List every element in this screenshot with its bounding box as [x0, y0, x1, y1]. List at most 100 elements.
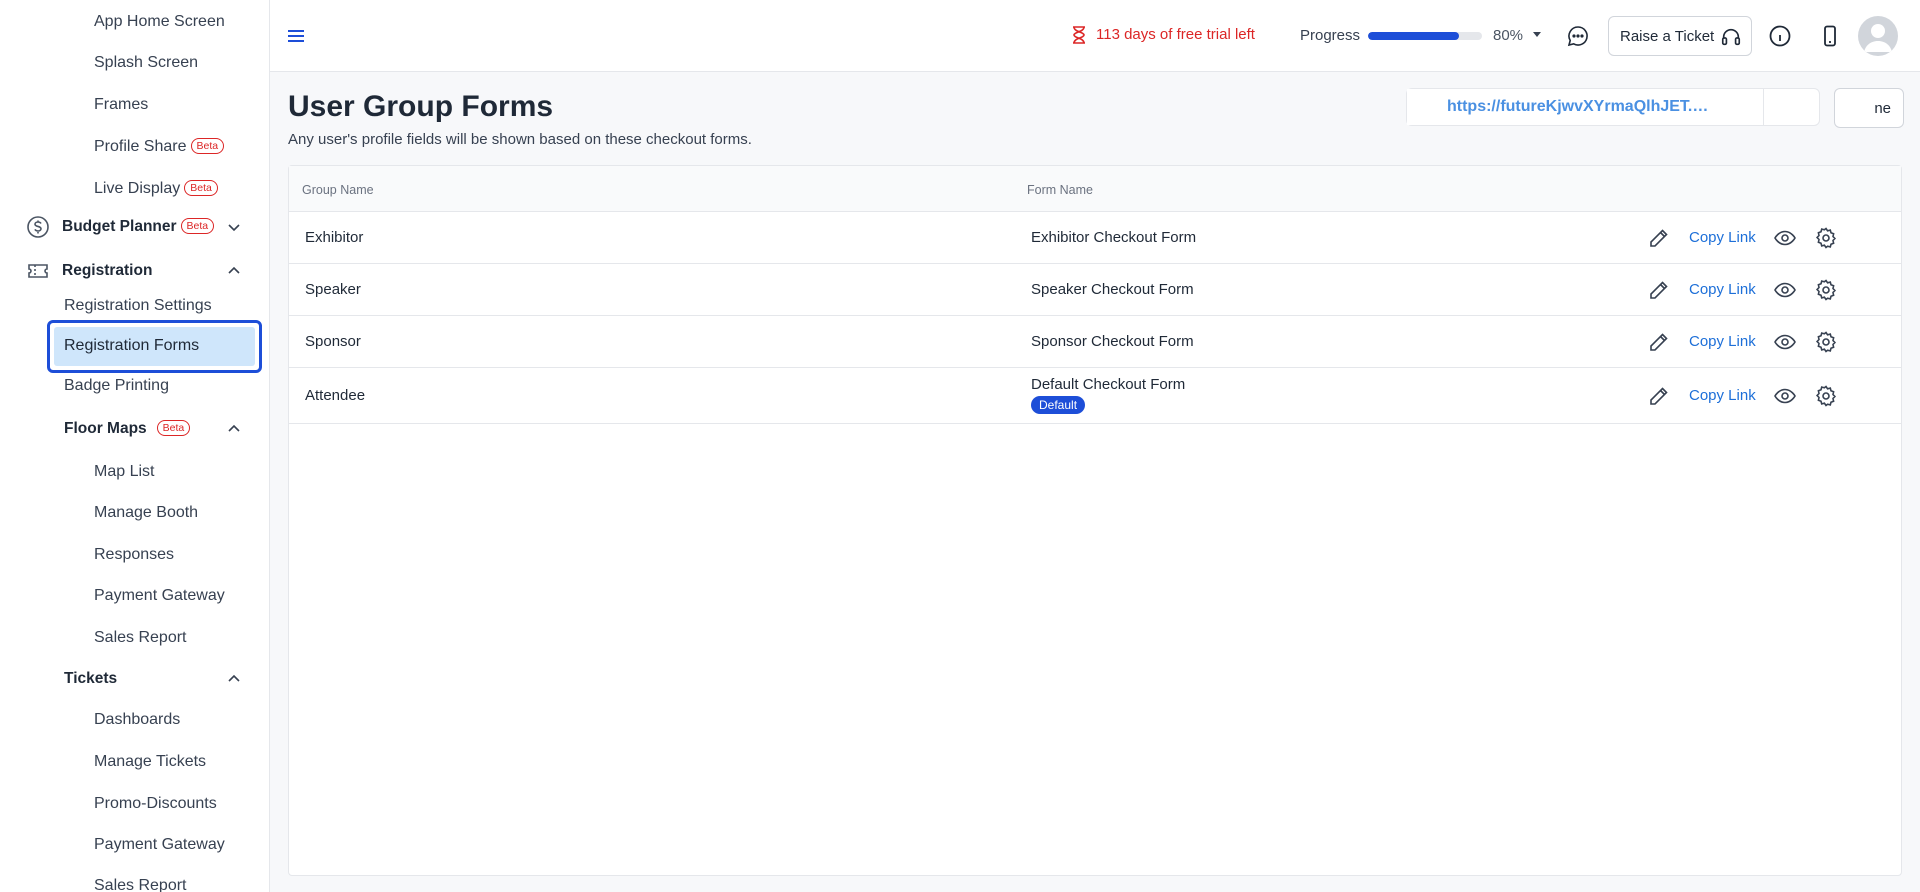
- table-header: Group Name Form Name: [289, 166, 1901, 212]
- sidebar-item-frames[interactable]: Frames: [0, 96, 269, 114]
- url-prefix: [1407, 89, 1439, 125]
- sidebar-item-responses[interactable]: Responses: [0, 546, 269, 564]
- caret-down-icon[interactable]: [1532, 31, 1542, 39]
- divider: [1763, 89, 1764, 125]
- sidebar-item-label: Payment Gateway: [94, 587, 225, 604]
- table-row: Exhibitor Exhibitor Checkout Form Copy L…: [289, 212, 1901, 264]
- chevron-down-icon: [228, 224, 240, 232]
- copy-link-button[interactable]: Copy Link: [1689, 387, 1756, 404]
- sidebar-item-payment-gateway[interactable]: Payment Gateway: [0, 836, 269, 854]
- progress-fill: [1368, 32, 1460, 40]
- sidebar-item-label: Sales Report: [94, 629, 187, 646]
- top-bar: 113 days of free trial left Progress 80%…: [270, 0, 1920, 72]
- sidebar-item-dashboards[interactable]: Dashboards: [0, 711, 269, 729]
- gear-icon[interactable]: [1814, 384, 1838, 408]
- sidebar-item-payment-gateway[interactable]: Payment Gateway: [0, 587, 269, 605]
- user-icon: [1864, 24, 1892, 52]
- beta-badge: Beta: [156, 420, 191, 436]
- user-group-forms-table: Group Name Form Name Exhibitor Exhibitor…: [288, 165, 1902, 876]
- chat-icon[interactable]: [1566, 24, 1590, 48]
- ticket-icon: [28, 264, 48, 278]
- gear-icon[interactable]: [1814, 226, 1838, 250]
- edit-pencil-icon[interactable]: [1647, 384, 1671, 408]
- sidebar-item-label: Map List: [94, 463, 155, 480]
- eye-icon[interactable]: [1773, 226, 1797, 250]
- beta-badge: Beta: [180, 218, 215, 234]
- group-name-cell: Speaker: [305, 281, 361, 298]
- sidebar-item-label: Registration: [62, 262, 153, 279]
- form-name-cell: Default Checkout Form: [1031, 376, 1186, 393]
- edit-pencil-icon[interactable]: [1647, 226, 1671, 250]
- eye-icon[interactable]: [1773, 330, 1797, 354]
- column-header-form-name: Form Name: [1027, 183, 1093, 197]
- sidebar-item-label: Registration Settings: [64, 297, 212, 314]
- sidebar-item-manage-tickets[interactable]: Manage Tickets: [0, 753, 269, 771]
- sidebar-item-label: Registration Forms: [64, 337, 200, 354]
- raise-ticket-label: Raise a Ticket: [1620, 27, 1715, 45]
- sidebar: App Home Screen Splash Screen Frames Pro…: [0, 0, 270, 892]
- sidebar-item-label: Manage Booth: [94, 504, 199, 521]
- copy-link-button[interactable]: Copy Link: [1689, 229, 1756, 246]
- sidebar-item-manage-booth[interactable]: Manage Booth: [0, 504, 269, 522]
- sidebar-item-sales-report[interactable]: Sales Report: [0, 629, 269, 647]
- sidebar-item-tickets[interactable]: Tickets: [0, 670, 269, 688]
- sidebar-item-map-list[interactable]: Map List: [0, 463, 269, 481]
- sidebar-item-splash-screen[interactable]: Splash Screen: [0, 54, 269, 72]
- sidebar-item-label: Promo-Discounts: [94, 795, 217, 812]
- default-badge: Default: [1031, 396, 1086, 414]
- chevron-up-icon: [228, 424, 240, 432]
- hamburger-menu-icon[interactable]: [286, 26, 306, 46]
- progress-label: Progress: [1300, 27, 1361, 44]
- sidebar-item-promo-discounts[interactable]: Promo-Discounts: [0, 795, 269, 813]
- page-title: User Group Forms: [288, 90, 554, 123]
- sidebar-item-label: Responses: [94, 546, 175, 563]
- sidebar-item-label: App Home Screen: [94, 13, 225, 30]
- headset-icon: [1721, 28, 1741, 46]
- form-name-cell: Speaker Checkout Form: [1031, 281, 1194, 298]
- chevron-up-icon: [228, 674, 240, 682]
- form-name-cell: Exhibitor Checkout Form: [1031, 229, 1197, 246]
- sidebar-item-floor-maps[interactable]: Floor Maps Beta: [0, 420, 269, 438]
- gear-icon[interactable]: [1814, 330, 1838, 354]
- sidebar-item-label: Dashboards: [94, 711, 181, 728]
- chevron-up-icon: [228, 266, 240, 274]
- progress-percent: 80%: [1493, 27, 1524, 44]
- sidebar-item-label: Frames: [94, 96, 149, 113]
- edit-pencil-icon[interactable]: [1647, 330, 1671, 354]
- dollar-icon: [27, 216, 49, 238]
- sidebar-item-budget-planner[interactable]: Budget Planner Beta: [0, 216, 269, 238]
- info-icon[interactable]: [1768, 24, 1792, 48]
- sidebar-item-label: Sales Report: [94, 877, 187, 892]
- edit-pencil-icon[interactable]: [1647, 278, 1671, 302]
- eye-icon[interactable]: [1773, 384, 1797, 408]
- sidebar-item-app-home-screen[interactable]: App Home Screen: [0, 13, 269, 31]
- eye-icon[interactable]: [1773, 278, 1797, 302]
- sidebar-item-label: Floor Maps: [64, 420, 147, 437]
- sidebar-item-registration-settings[interactable]: Registration Settings: [0, 297, 269, 315]
- sidebar-item-label: Live Display: [94, 180, 181, 197]
- form-url-text[interactable]: https://futureKjwvXYrmaQlhJET.HOST...: [1447, 98, 1719, 116]
- form-url-field[interactable]: https://futureKjwvXYrmaQlhJET.HOST...: [1406, 88, 1820, 126]
- url-action-button[interactable]: ne: [1834, 88, 1904, 128]
- sidebar-item-badge-printing[interactable]: Badge Printing: [0, 377, 269, 395]
- gear-icon[interactable]: [1814, 278, 1838, 302]
- group-name-cell: Exhibitor: [305, 229, 364, 246]
- sidebar-item-label: Badge Printing: [64, 377, 169, 394]
- group-name-cell: Sponsor: [305, 333, 361, 350]
- sidebar-item-label: Budget Planner: [62, 218, 177, 235]
- progress-bar: [1368, 32, 1482, 40]
- sidebar-item-label: Splash Screen: [94, 54, 199, 71]
- copy-link-button[interactable]: Copy Link: [1689, 333, 1756, 350]
- hourglass-icon: [1073, 26, 1085, 44]
- sidebar-item-profile-share[interactable]: Profile Share Beta: [0, 138, 269, 156]
- beta-badge: Beta: [190, 138, 225, 154]
- form-name-cell: Sponsor Checkout Form: [1031, 333, 1194, 350]
- sidebar-item-sales-report[interactable]: Sales Report: [0, 877, 269, 892]
- copy-link-button[interactable]: Copy Link: [1689, 281, 1756, 298]
- raise-ticket-button[interactable]: Raise a Ticket: [1608, 16, 1752, 56]
- mobile-icon[interactable]: [1818, 24, 1842, 48]
- sidebar-item-registration[interactable]: Registration: [0, 262, 269, 280]
- column-header-group-name: Group Name: [302, 183, 374, 197]
- avatar[interactable]: [1858, 16, 1898, 56]
- sidebar-item-live-display[interactable]: Live Display Beta: [0, 180, 269, 198]
